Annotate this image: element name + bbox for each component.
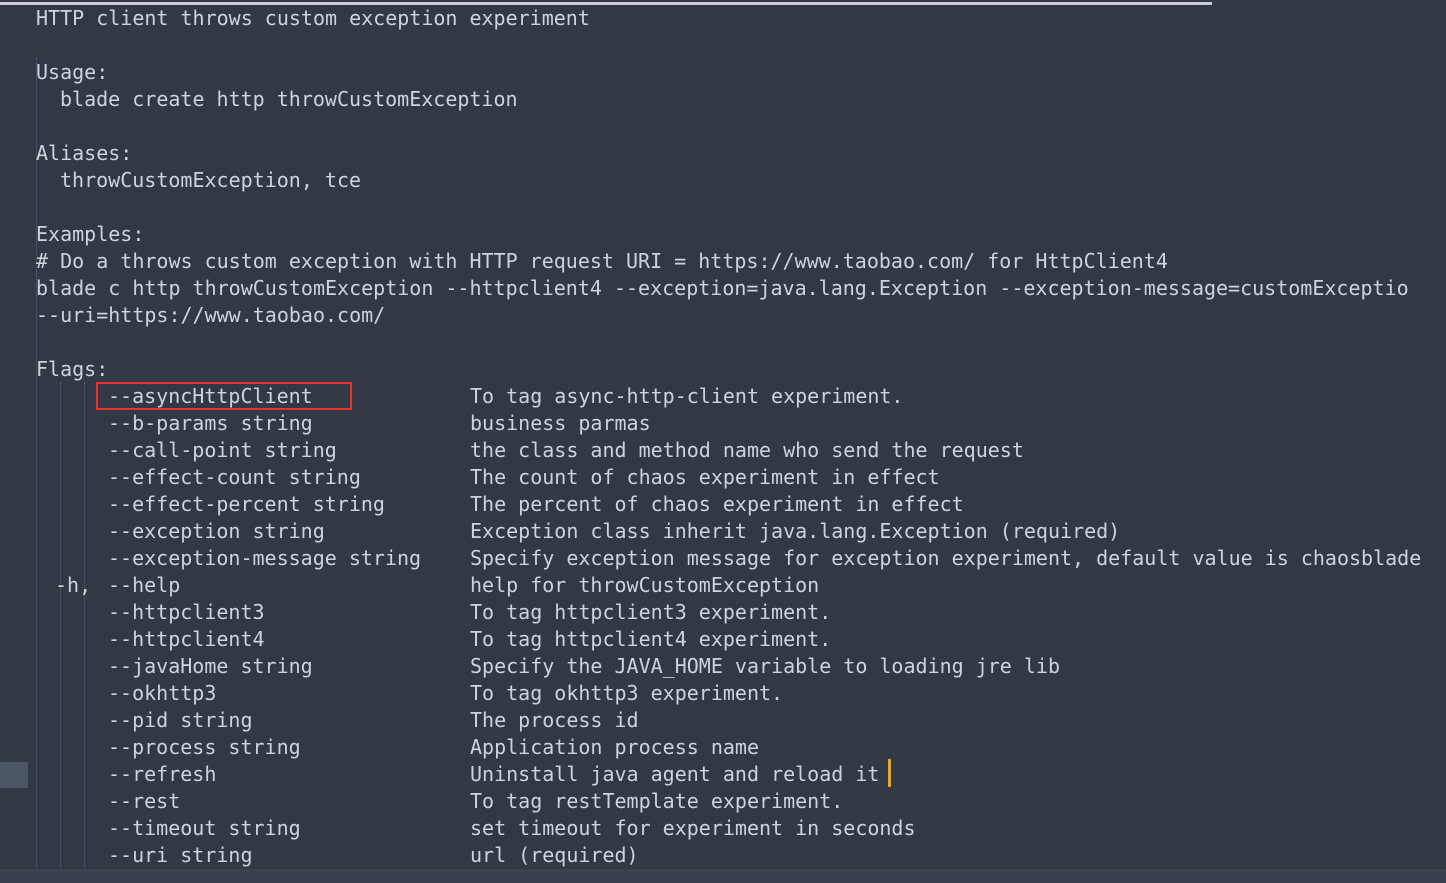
flag-row: --call-point string the class and method … (0, 437, 1446, 464)
flag-row: --javaHome string Specify the JAVA_HOME v… (0, 653, 1446, 680)
aliases-label: Aliases: (36, 141, 133, 165)
flag-description: Uninstall java agent and reload it (470, 762, 880, 786)
flag-description: business parmas (470, 411, 651, 435)
flag-description: set timeout for experiment in seconds (470, 816, 916, 840)
flag-description: The percent of chaos experiment in effec… (470, 492, 964, 516)
usage-label: Usage: (36, 60, 109, 84)
flag-description: help for throwCustomException (470, 573, 820, 597)
flag-row: --uri string url (required) (0, 842, 1446, 869)
flag-name: --refresh (108, 762, 217, 786)
flag-name: --help (108, 573, 181, 597)
flag-row: --httpclient3 To tag httpclient3 experime… (0, 599, 1446, 626)
flag-description: To tag httpclient3 experiment. (470, 600, 832, 624)
flag-description: To tag async-http-client experiment. (470, 384, 904, 408)
flag-row: -h, --help help for throwCustomException (0, 572, 1446, 599)
flag-row: --asyncHttpClient To tag async-http-clien… (0, 383, 1446, 410)
terminal-output-pane: HTTP client throws custom exception expe… (0, 0, 1446, 883)
horizontal-scrollbar-bottom[interactable] (0, 869, 1446, 883)
flag-name: --rest (108, 789, 181, 813)
flag-row: --rest To tag restTemplate experiment. (0, 788, 1446, 815)
flag-name: --call-point string (108, 438, 337, 462)
flag-description: Specify exception message for exception … (470, 546, 1422, 570)
aliases-value: throwCustomException, tce (60, 168, 362, 192)
flag-description: The process id (470, 708, 639, 732)
flag-name: --timeout string (108, 816, 301, 840)
flag-row: --process string Application process name (0, 734, 1446, 761)
flag-description: Specify the JAVA_HOME variable to loadin… (470, 654, 1061, 678)
flag-name: --httpclient4 (108, 627, 265, 651)
flag-row: --effect-count string The count of chaos … (0, 464, 1446, 491)
flag-row: --effect-percent string The percent of ch… (0, 491, 1446, 518)
flag-row: --b-params string business parmas (0, 410, 1446, 437)
flag-row: --refresh Uninstall java agent and reload… (0, 761, 1446, 788)
terminal-text-layer: HTTP client throws custom exception expe… (0, 0, 1446, 883)
flag-name: --httpclient3 (108, 600, 265, 624)
examples-command-line-2: --uri=https://www.taobao.com/ (36, 303, 386, 327)
flag-row: --exception string Exception class inheri… (0, 518, 1446, 545)
flag-row: --okhttp3 To tag okhttp3 experiment. (0, 680, 1446, 707)
flag-description: Exception class inherit java.lang.Except… (470, 519, 1121, 543)
examples-command-line-1: blade c http throwCustomException --http… (36, 276, 1409, 300)
examples-comment: # Do a throws custom exception with HTTP… (36, 249, 1168, 273)
flag-description: url (required) (470, 843, 639, 867)
examples-label: Examples: (36, 222, 145, 246)
flag-name: --uri string (108, 843, 253, 867)
flag-name: --effect-count string (108, 465, 361, 489)
flag-description: To tag httpclient4 experiment. (470, 627, 832, 651)
flag-name: --pid string (108, 708, 253, 732)
flag-name: --javaHome string (108, 654, 313, 678)
flag-name: --exception string (108, 519, 325, 543)
flag-description: To tag okhttp3 experiment. (470, 681, 784, 705)
flag-name: --b-params string (108, 411, 313, 435)
flag-name: --exception-message string (108, 546, 422, 570)
flag-row: --pid string The process id (0, 707, 1446, 734)
flag-row: --httpclient4 To tag httpclient4 experime… (0, 626, 1446, 653)
flags-label: Flags: (36, 357, 109, 381)
flag-row: --exception-message string Specify except… (0, 545, 1446, 572)
flag-description: Application process name (470, 735, 759, 759)
flag-name: --effect-percent string (108, 492, 385, 516)
flag-name: --okhttp3 (108, 681, 217, 705)
flag-row: --timeout string set timeout for experime… (0, 815, 1446, 842)
usage-command: blade create http throwCustomException (60, 87, 518, 111)
text-caret (888, 759, 891, 787)
flag-description: the class and method name who send the r… (470, 438, 1024, 462)
flag-description: To tag restTemplate experiment. (470, 789, 844, 813)
help-title-line: HTTP client throws custom exception expe… (36, 6, 590, 30)
flag-short-alias: -h, (55, 573, 92, 597)
flag-description: The count of chaos experiment in effect (470, 465, 940, 489)
flag-name: --asyncHttpClient (108, 384, 313, 408)
flag-name: --process string (108, 735, 301, 759)
